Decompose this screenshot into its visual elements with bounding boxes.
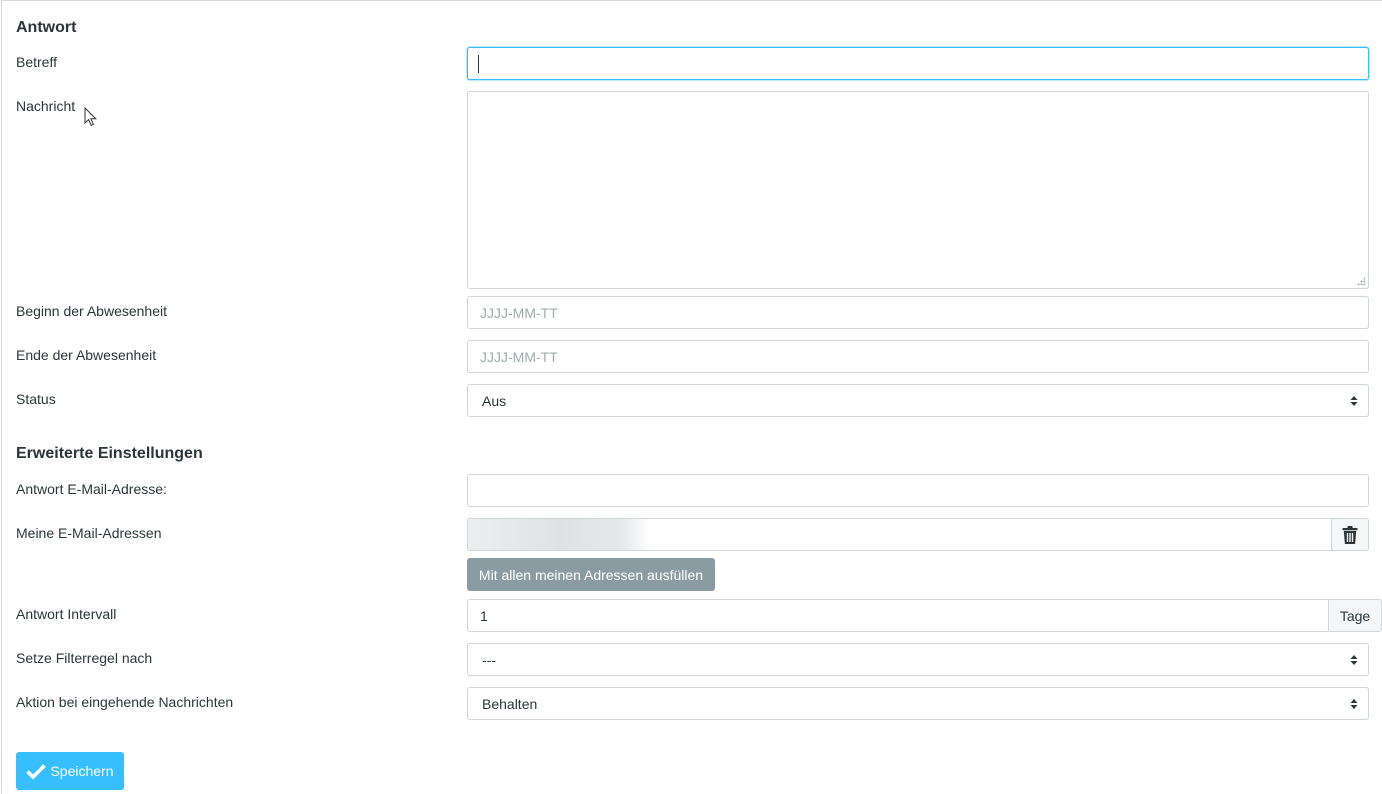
sort-arrows-icon xyxy=(1350,698,1358,709)
status-value: Aus xyxy=(482,392,507,409)
interval-unit: Tage xyxy=(1339,607,1371,624)
status-select[interactable]: Aus xyxy=(467,384,1369,417)
text-caret xyxy=(478,54,479,73)
save-label: Speichern xyxy=(50,763,114,779)
action-select[interactable]: Behalten xyxy=(467,687,1369,720)
delete-email-button[interactable] xyxy=(1331,519,1368,550)
redacted-email xyxy=(468,519,650,550)
label-subject: Betreff xyxy=(16,54,57,70)
mouse-pointer-icon xyxy=(84,107,98,127)
label-end-date: Ende der Abwesenheit xyxy=(16,347,157,363)
start-date-input[interactable]: JJJJ-MM-TT xyxy=(467,296,1369,329)
interval-unit-addon: Tage xyxy=(1328,600,1381,631)
resize-handle-icon[interactable] xyxy=(1357,277,1365,285)
label-my-emails: Meine E-Mail-Adressen xyxy=(16,525,162,541)
end-date-placeholder: JJJJ-MM-TT xyxy=(480,348,558,365)
checkmark-icon xyxy=(26,764,47,779)
filter-value: --- xyxy=(482,651,496,668)
end-date-input[interactable]: JJJJ-MM-TT xyxy=(467,340,1369,373)
label-status: Status xyxy=(16,391,56,407)
interval-value[interactable]: 1 xyxy=(480,608,488,624)
filter-select[interactable]: --- xyxy=(467,643,1369,676)
message-textarea[interactable] xyxy=(467,91,1369,289)
interval-input-group: 1 Tage xyxy=(467,599,1382,632)
fill-all-addresses-button[interactable]: Mit allen meinen Adressen ausfüllen xyxy=(467,558,715,591)
subject-input[interactable] xyxy=(467,47,1369,80)
label-action: Aktion bei eingehende Nachrichten xyxy=(16,694,234,710)
start-date-placeholder: JJJJ-MM-TT xyxy=(480,304,558,321)
section-title-reply: Antwort xyxy=(16,19,77,36)
save-button[interactable]: Speichern xyxy=(16,752,124,790)
label-message: Nachricht xyxy=(16,98,76,114)
label-interval: Antwort Intervall xyxy=(16,606,117,622)
section-title-advanced: Erweiterte Einstellungen xyxy=(16,445,203,462)
sort-arrows-icon xyxy=(1350,395,1358,406)
reply-email-input[interactable] xyxy=(467,474,1369,507)
sort-arrows-icon xyxy=(1350,654,1358,665)
label-start-date: Beginn der Abwesenheit xyxy=(16,303,167,319)
trash-icon xyxy=(1342,525,1358,544)
label-reply-email: Antwort E-Mail-Adresse: xyxy=(16,481,167,497)
my-email-input[interactable] xyxy=(467,518,1369,551)
action-value: Behalten xyxy=(482,695,538,712)
label-filter: Setze Filterregel nach xyxy=(16,650,153,666)
